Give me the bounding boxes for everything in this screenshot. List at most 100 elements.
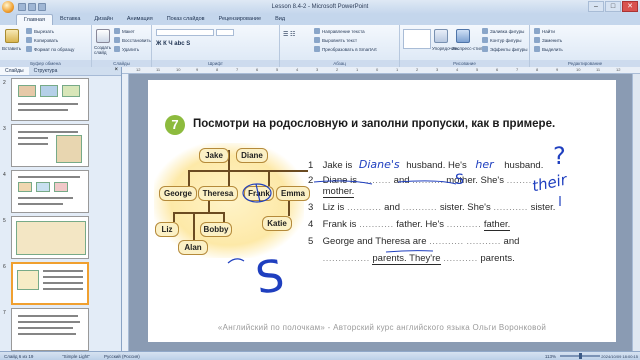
tab-view[interactable]: Вид [268, 14, 292, 25]
ruler-tick-label: 0 [376, 67, 379, 72]
maximize-button[interactable]: □ [605, 1, 621, 12]
slide-thumbnail-row: 5 [2, 216, 120, 260]
ruler-tick-label: 4 [456, 67, 459, 72]
quick-styles-button[interactable]: Экспресс-стили [452, 46, 485, 51]
slide-thumbnail[interactable] [11, 170, 89, 213]
slide-thumbnail-selected[interactable] [11, 262, 89, 305]
shape-effects-label: Эффекты фигуры [490, 46, 528, 52]
ruler-tick-label: 5 [476, 67, 479, 72]
group-paragraph: Направление текста Выровнять текст Преоб… [280, 25, 400, 67]
new-slide-icon[interactable] [96, 29, 110, 43]
paste-icon[interactable] [5, 29, 19, 43]
shape-outline-button[interactable]: Контур фигуры [482, 37, 521, 43]
slide-thumbnail[interactable] [11, 78, 89, 121]
ruler-tick-label: 6 [256, 67, 259, 72]
zoom-level[interactable]: 113% [545, 354, 556, 359]
format-painter-button[interactable]: Формат по образцу [26, 46, 74, 52]
title-bar: Lesson 8.4-2 - Microsoft PowerPoint – □ … [0, 0, 640, 14]
group-label-paragraph: Абзац [280, 60, 399, 67]
ruler-tick-label: 11 [156, 67, 161, 72]
font-name-combo[interactable] [156, 29, 214, 36]
ruler-tick-label: 10 [176, 67, 181, 72]
text-direction-icon [314, 28, 320, 34]
ruler-tick-label: 8 [536, 67, 539, 72]
brush-icon [26, 46, 32, 52]
slide[interactable]: 7 Посмотри на родословную и заполни проп… [148, 80, 616, 342]
cursor-icon [534, 46, 540, 52]
binoculars-icon [534, 28, 540, 34]
ruler-tick-label: 1 [356, 67, 359, 72]
thumb-number: 3 [3, 126, 6, 132]
zoom-slider-knob[interactable] [579, 353, 582, 359]
text-direction-button[interactable]: Направление текста [314, 28, 365, 34]
ruler-tick-label: 7 [236, 67, 239, 72]
group-label-clipboard: Буфер обмена [0, 60, 91, 67]
tab-slides[interactable]: Слайды [0, 67, 29, 75]
theme-name: "Simple Light" [62, 354, 90, 359]
group-label-font: Шрифт [152, 60, 279, 67]
thumb-number: 2 [3, 80, 6, 86]
tab-home[interactable]: Главная [16, 14, 53, 25]
thumb-number: 4 [3, 172, 6, 178]
group-slides: Создать слайд Макет Восстановить Удалить… [92, 25, 152, 67]
reset-icon [114, 37, 120, 43]
new-slide-button[interactable]: Создать слайд [94, 45, 116, 55]
ruler-tick-label: 6 [496, 67, 499, 72]
effects-icon [482, 46, 488, 52]
language: Русский (Россия) [104, 354, 140, 359]
smartart-button[interactable]: Преобразовать в SmartArt [314, 46, 377, 52]
layout-button[interactable]: Макет [114, 28, 135, 34]
ribbon: Вставить Вырезать Копировать Формат по о… [0, 25, 640, 67]
paste-button[interactable]: Вставить [2, 46, 21, 51]
copy-icon [26, 37, 32, 43]
select-label: Выделить [542, 46, 563, 52]
tab-insert[interactable]: Вставка [53, 14, 87, 25]
group-drawing: Упорядочить Экспресс-стили Заливка фигур… [400, 25, 530, 67]
tab-animations[interactable]: Анимация [120, 14, 160, 25]
font-size-combo[interactable] [216, 29, 234, 36]
shapes-gallery[interactable] [403, 29, 431, 49]
vertical-ruler [122, 74, 129, 351]
ruler-tick-label: 3 [316, 67, 319, 72]
tab-slideshow[interactable]: Показ слайдов [160, 14, 212, 25]
ruler-tick-label: 11 [596, 67, 601, 72]
align-text-button[interactable]: Выровнять текст [314, 37, 357, 43]
slides-pane: Слайды Структура × 2 3 4 5 6 7 [0, 67, 122, 351]
copy-button[interactable]: Копировать [26, 37, 58, 43]
tab-review[interactable]: Рецензирование [212, 14, 268, 25]
delete-button[interactable]: Удалить [114, 46, 139, 52]
replace-label: Заменить [542, 37, 563, 43]
align-text-icon [314, 37, 320, 43]
ribbon-tabs: Главная Вставка Дизайн Анимация Показ сл… [0, 14, 640, 25]
tab-design[interactable]: Дизайн [87, 14, 120, 25]
delete-label: Удалить [122, 46, 140, 52]
pen-annotations [227, 180, 561, 264]
slide-thumbnail[interactable] [11, 308, 89, 351]
ruler-tick-label: 7 [516, 67, 519, 72]
quick-styles-icon[interactable] [456, 29, 470, 43]
tab-outline[interactable]: Структура [29, 67, 63, 75]
ruler-tick-label: 3 [436, 67, 439, 72]
ruler-tick-label: 12 [616, 67, 621, 72]
slide-thumbnail[interactable] [11, 216, 89, 259]
slide-thumbnail[interactable] [11, 124, 89, 167]
find-button[interactable]: Найти [534, 28, 555, 34]
close-button[interactable]: ✕ [622, 1, 638, 12]
minimize-button[interactable]: – [588, 1, 604, 12]
pane-close-icon[interactable]: × [111, 67, 121, 75]
font-format-buttons[interactable]: Ж К Ч abc S [156, 41, 190, 47]
list-buttons[interactable]: ☰ ☷ [283, 31, 295, 38]
cut-button[interactable]: Вырезать [26, 28, 54, 34]
ruler-tick-label: 8 [216, 67, 219, 72]
reset-button[interactable]: Восстановить [114, 37, 151, 43]
thumb-number: 5 [3, 218, 6, 224]
slide-thumbnail-row: 3 [2, 124, 120, 168]
arrange-icon[interactable] [434, 29, 448, 43]
shape-effects-button[interactable]: Эффекты фигуры [482, 46, 528, 52]
vertical-scrollbar[interactable] [632, 74, 640, 351]
group-label-drawing: Рисование [400, 60, 529, 67]
select-button[interactable]: Выделить [534, 46, 563, 52]
layout-icon [114, 28, 120, 34]
shape-fill-button[interactable]: Заливка фигуры [482, 28, 524, 34]
replace-button[interactable]: Заменить [534, 37, 562, 43]
